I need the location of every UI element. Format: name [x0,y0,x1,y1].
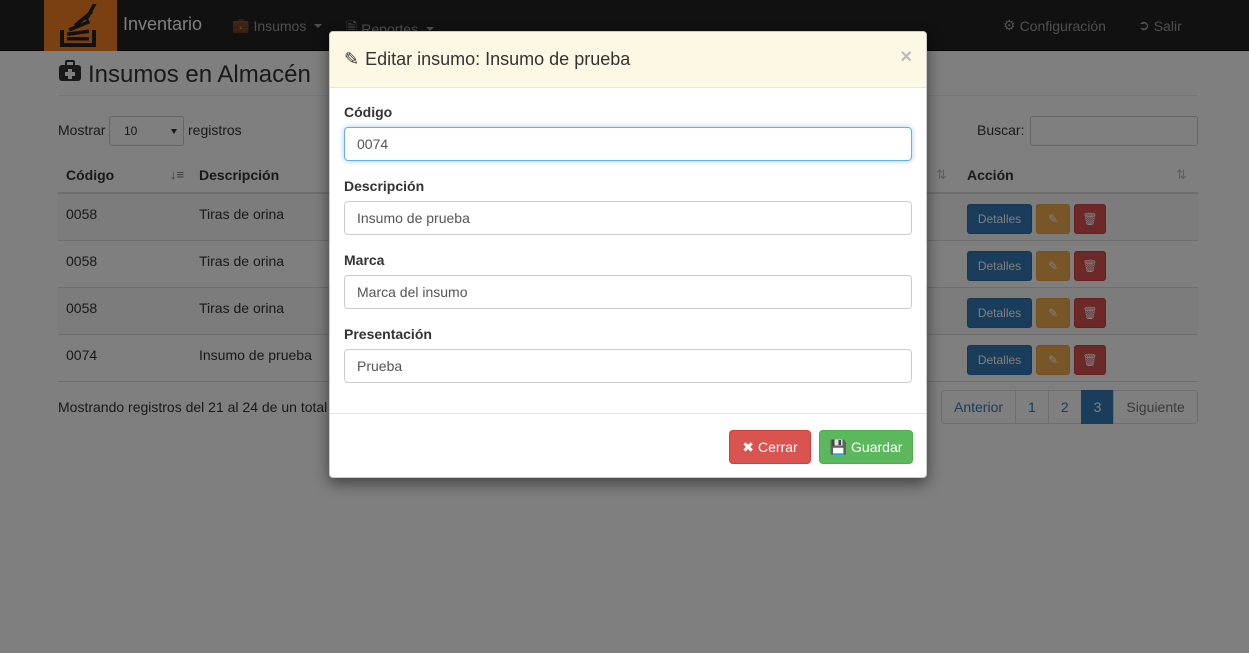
descripcion-input[interactable] [344,201,912,235]
save-button-label: Guardar [851,439,903,455]
modal-title: ✎ Editar insumo: Insumo de prueba [344,49,630,70]
close-button[interactable]: ✖ Cerrar [729,430,811,464]
save-button[interactable]: 💾 Guardar [819,430,913,464]
codigo-input[interactable] [344,127,912,161]
modal-footer-divider [330,413,926,414]
floppy-icon: 💾 [829,438,848,455]
presentacion-input[interactable] [344,349,912,383]
codigo-label: Código [344,104,393,120]
close-button-label: Cerrar [758,439,798,455]
marca-input[interactable] [344,275,912,309]
descripcion-label: Descripción [344,178,425,194]
pencil-icon: ✎ [344,49,360,69]
presentacion-label: Presentación [344,326,432,342]
marca-label: Marca [344,252,385,268]
edit-supply-modal: ✎ Editar insumo: Insumo de prueba × Códi… [329,31,927,478]
times-icon: ✖ [742,438,755,455]
modal-title-text: Editar insumo: Insumo de prueba [365,49,631,69]
close-icon[interactable]: × [900,46,912,69]
modal-header: ✎ Editar insumo: Insumo de prueba × [330,32,926,88]
